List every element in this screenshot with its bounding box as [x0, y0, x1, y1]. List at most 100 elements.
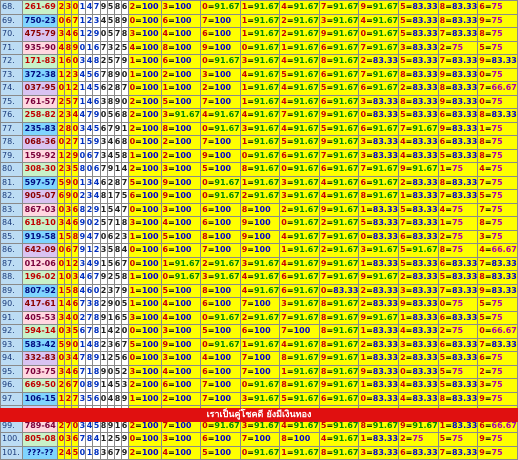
score-cell: 0=91.67 [239, 378, 281, 393]
digit-cell: 5 [64, 94, 73, 109]
score-cell: 2=91.67 [279, 13, 320, 28]
digit-cell: 9 [92, 108, 101, 123]
digit-cell: 0 [78, 445, 87, 460]
digit-cell: 2 [57, 445, 66, 460]
digit-cell: 7 [99, 67, 108, 82]
score-cell: 7=83.33 [477, 337, 518, 352]
score-cell: 5=83.33 [398, 108, 439, 123]
digit-cell: 9 [64, 337, 73, 352]
table-row: 88. 196-02 1 0 3 4 6 7 9 2 5 8 1=100 0=91.67 3=91.67 4=… [0, 270, 518, 285]
score-cell: 6=83.33 [437, 310, 479, 325]
digit-cell: 5 [106, 13, 115, 28]
score-cell: 2=100 [160, 135, 202, 150]
table-row: 87. 012-06 0 1 2 3 4 9 1 5 6 7 0=100 1=91.67 2=91.67 3=… [0, 256, 518, 271]
digit-cell: 6 [64, 243, 73, 258]
digit-cell: 2 [99, 297, 108, 312]
score-cell: 9=91.67 [318, 351, 360, 366]
score-cell: 7=66.67 [477, 81, 518, 96]
digit-cell: 8 [64, 121, 73, 136]
digit-cell: 4 [106, 324, 115, 339]
score-cell: 7=91.67 [398, 121, 439, 136]
digit-cell: 3 [78, 121, 87, 136]
score-cell: 1=91.67 [160, 256, 202, 271]
score-cell: 9=100 [239, 216, 281, 231]
digit-cell: 3 [85, 297, 94, 312]
digit-cell: 9 [64, 189, 73, 204]
score-cell: 6=100 [200, 27, 241, 42]
result-pair: 597-57 [22, 175, 59, 190]
digit-cell: 1 [64, 256, 73, 271]
result-pair: 867-03 [22, 202, 59, 217]
digit-cell: 9 [78, 216, 87, 231]
score-cell: 9=91.67 [318, 378, 360, 393]
score-cell: 4=91.67 [358, 13, 400, 28]
score-cell: 7=91.67 [318, 0, 360, 15]
digit-cell: 7 [120, 175, 129, 190]
digit-cell: 3 [99, 94, 108, 109]
score-cell: 0=100 [127, 324, 162, 339]
score-cell: 0=91.67 [239, 148, 281, 163]
table-row: 78. 068-36 0 2 7 1 5 9 3 4 6 8 0=100 2=100 7=100 1=91.6… [0, 135, 518, 150]
digit-cell: 3 [99, 135, 108, 150]
score-cell: 3=91.67 [200, 270, 241, 285]
digit-cell: 3 [120, 229, 129, 244]
score-cell: 9=83.33 [477, 283, 518, 298]
digit-cell: 6 [92, 94, 101, 109]
digit-cell: 6 [99, 175, 108, 190]
digit-cell: 8 [113, 391, 122, 406]
row-number: 81. [0, 175, 24, 190]
score-cell: 5=100 [127, 337, 162, 352]
table-row: 89. 807-92 1 5 8 4 6 0 2 3 7 9 1=100 5=100 8=100 4=91.6… [0, 283, 518, 298]
digit-cell: 8 [85, 351, 94, 366]
digit-cell: 8 [71, 283, 80, 298]
result-pair: 475-79 [22, 27, 59, 42]
row-number: 88. [0, 270, 24, 285]
digit-cell: 4 [85, 94, 94, 109]
digit-cell: 7 [106, 216, 115, 231]
score-cell: 9=91.67 [358, 310, 400, 325]
score-cell: 7=75 [477, 175, 518, 190]
score-cell: 6=91.67 [318, 67, 360, 82]
score-cell: 1=83.33 [358, 351, 400, 366]
row-number: 96. [0, 378, 24, 393]
score-cell: 8=91.67 [358, 189, 400, 204]
digit-cell: 6 [71, 216, 80, 231]
score-cell: 9=83.33 [398, 297, 439, 312]
table-row: 94. 332-83 0 3 4 7 8 9 1 2 5 6 0=100 3=100 4=100 7=100 8… [0, 351, 518, 366]
score-cell: 6=83.33 [437, 256, 479, 271]
score-cell: 2=91.67 [200, 256, 241, 271]
digit-cell: 6 [71, 27, 80, 42]
digit-cell: 0 [71, 189, 80, 204]
score-cell: 3=83.33 [358, 148, 400, 163]
digit-cell: 1 [78, 135, 87, 150]
score-cell: 6=91.67 [279, 283, 320, 298]
score-cell: 1=83.33 [358, 432, 400, 447]
score-cell: 0=100 [127, 13, 162, 28]
score-cell: 0=100 [127, 81, 162, 96]
score-cell: 7=100 [200, 391, 241, 406]
score-cell: 0=100 [127, 256, 162, 271]
score-cell: 0=75 [477, 94, 518, 109]
digit-cell: 5 [92, 81, 101, 96]
digit-cell: 5 [113, 351, 122, 366]
table-row: 76. 258-82 2 3 4 4 7 9 0 5 6 8 2=100 3=91.67 4=91.67 4=… [0, 108, 518, 123]
digit-cell: 9 [78, 243, 87, 258]
score-cell: 1=91.67 [239, 94, 281, 109]
digit-cell: 8 [113, 175, 122, 190]
result-pair: 308-30 [22, 162, 59, 177]
score-cell: 4=91.67 [239, 270, 281, 285]
digit-cell: 3 [99, 243, 108, 258]
digit-cell: 2 [64, 148, 73, 163]
digit-cell: 7 [120, 202, 129, 217]
lottery-stats-sheet: 68. 261-69 2 3 0 1 4 7 9 5 8 6 2=100 3=100 0=91.67 1=91… [0, 0, 518, 460]
score-cell: 4=100 [160, 297, 202, 312]
score-cell: 0=83.33 [358, 229, 400, 244]
score-cell: 4=91.67 [318, 175, 360, 190]
digit-cell: 9 [120, 13, 129, 28]
score-cell: 1=91.67 [279, 243, 320, 258]
digit-cell: 7 [71, 135, 80, 150]
score-cell: 1=91.67 [239, 13, 281, 28]
score-cell: 9=91.67 [318, 108, 360, 123]
score-cell: 7=83.33 [477, 256, 518, 271]
digit-cell: 2 [57, 0, 66, 15]
